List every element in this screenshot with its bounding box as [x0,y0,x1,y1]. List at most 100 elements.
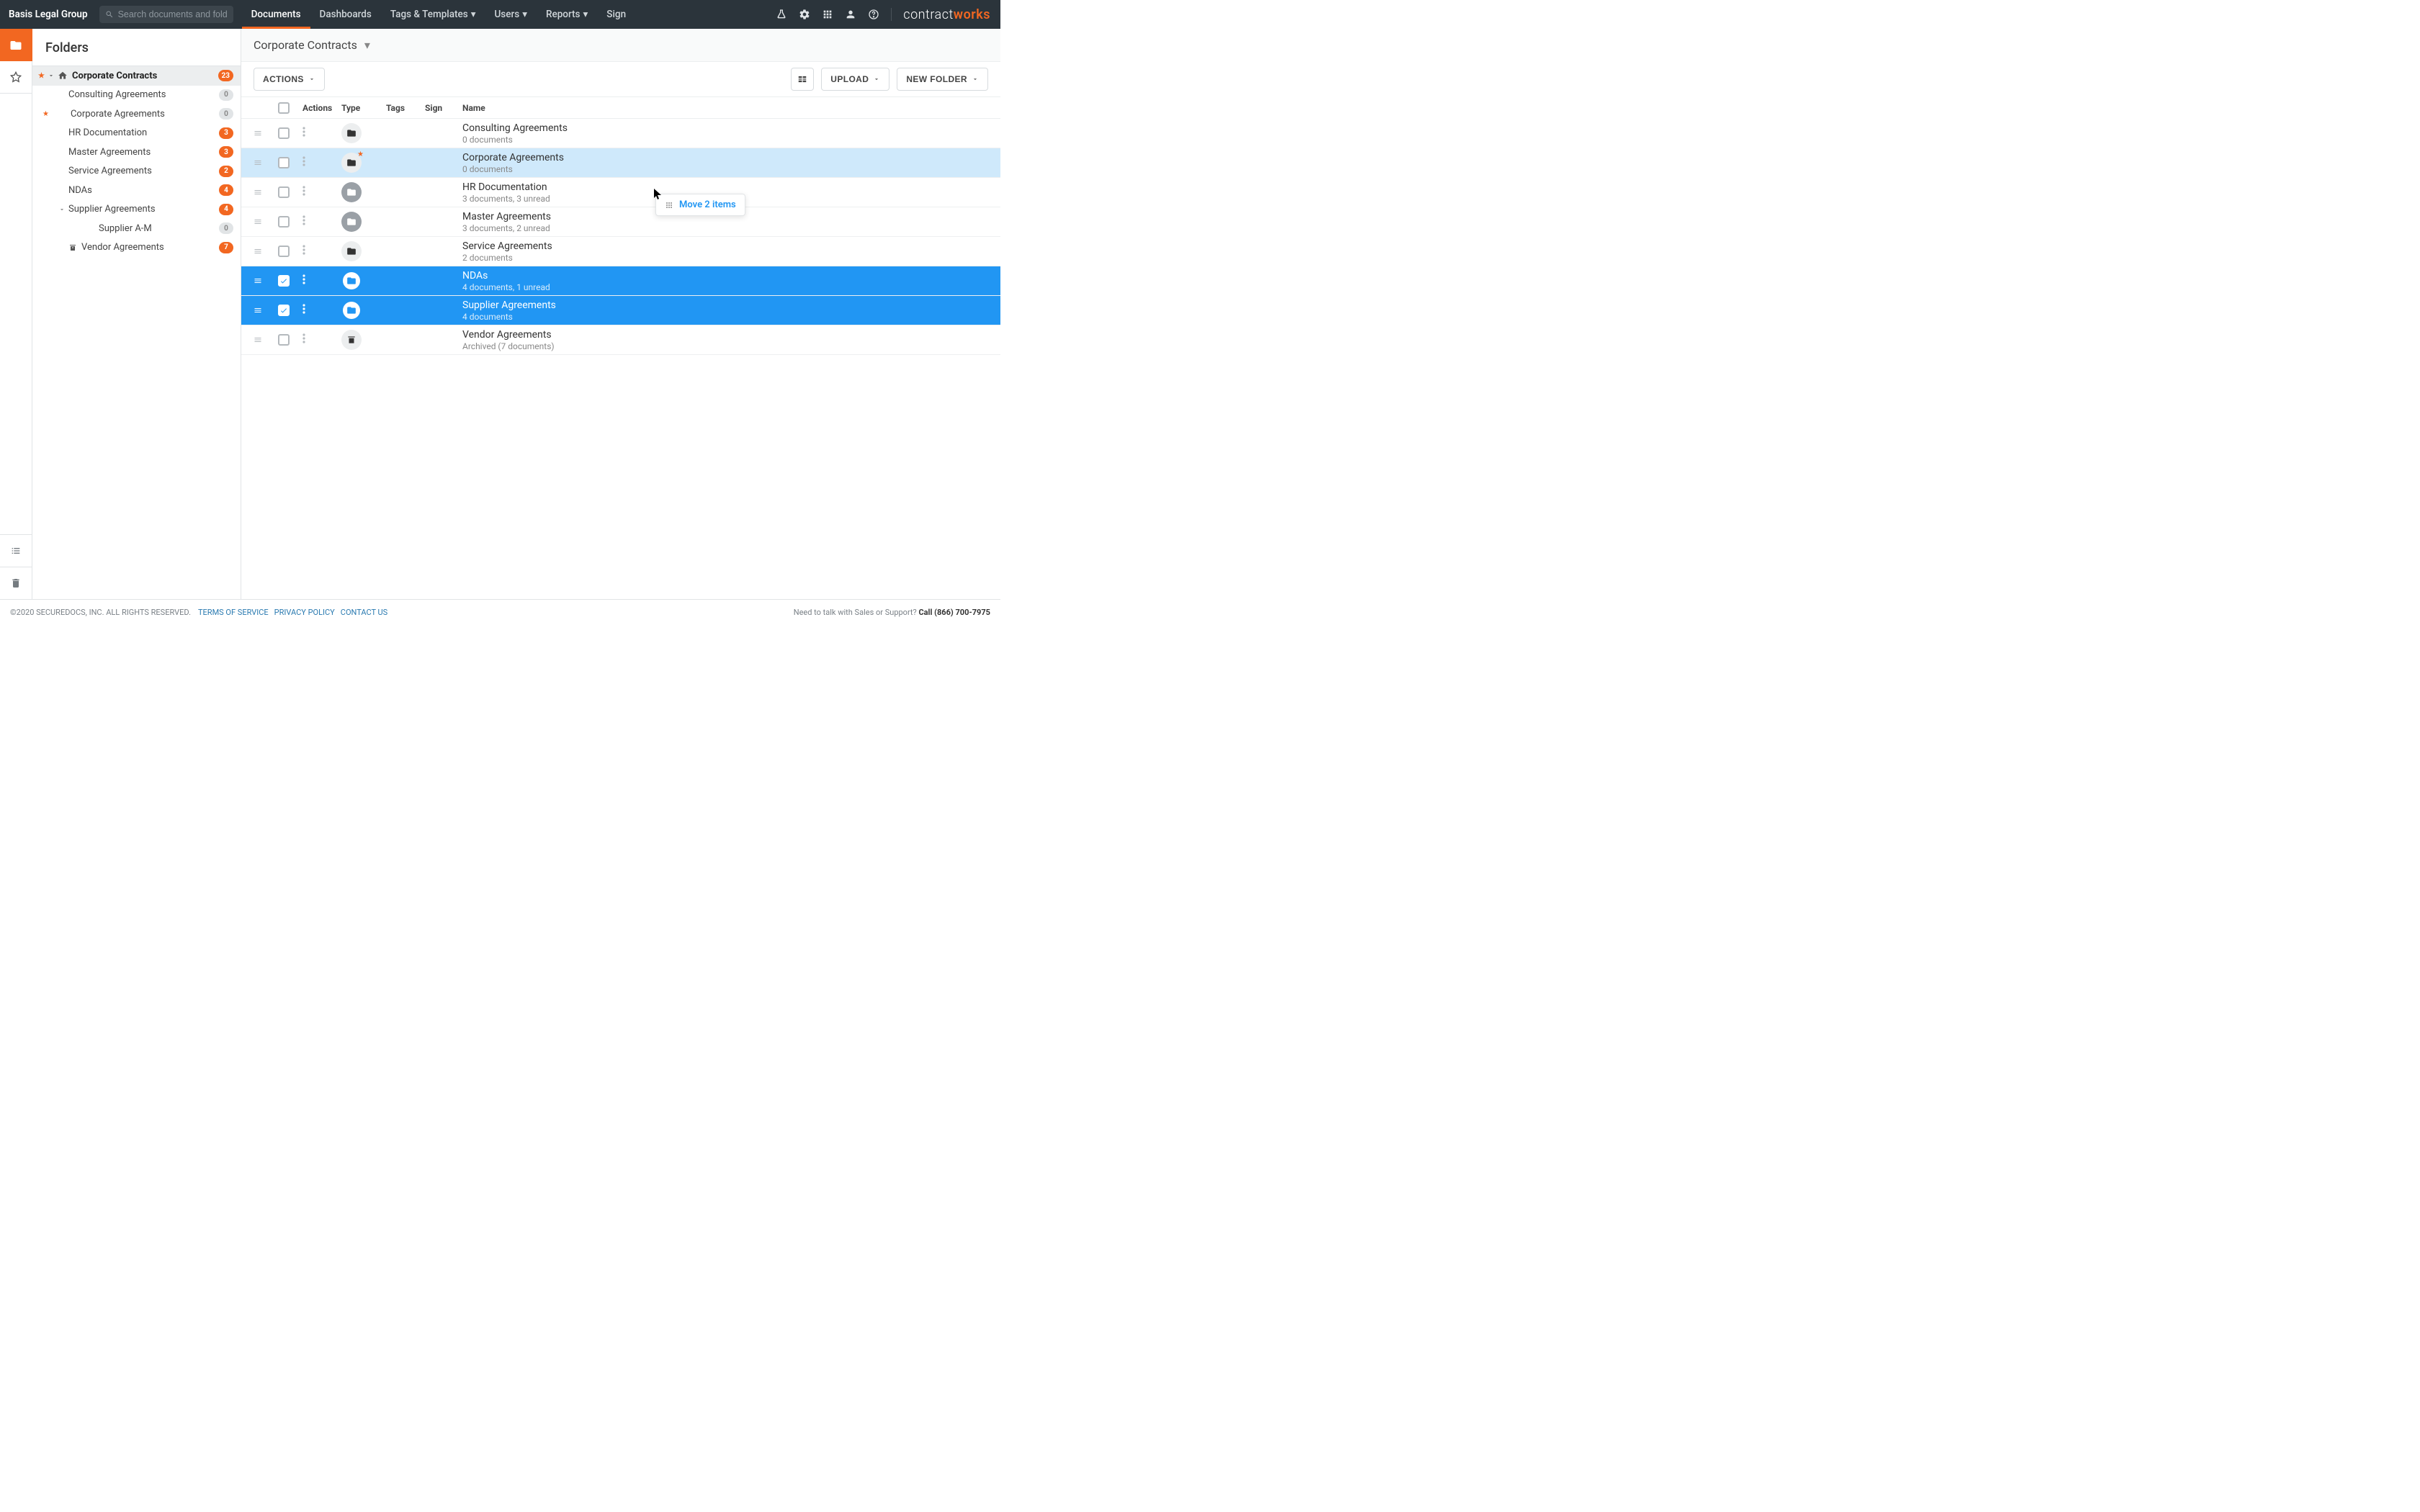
star-icon: ★ [357,150,364,158]
col-sign[interactable]: Sign [425,103,462,113]
footer-copyright: ©2020 SECUREDOCS, INC. ALL RIGHTS RESERV… [10,608,191,617]
nav-dashboards[interactable]: Dashboards [310,0,381,29]
tree-item[interactable]: Supplier Agreements4 [32,200,241,220]
tree-item[interactable]: HR Documentation3 [32,124,241,143]
row-checkbox[interactable] [278,216,290,228]
nav-users[interactable]: Users▾ [485,0,537,29]
row-checkbox[interactable] [278,186,290,198]
sidebar: Folders ★ Corporate Contracts 23 Consult… [32,29,241,599]
rail-favorites[interactable] [0,61,32,94]
row-kebab-menu[interactable] [302,127,305,140]
tree-root[interactable]: ★ Corporate Contracts 23 [32,66,241,86]
body: Folders ★ Corporate Contracts 23 Consult… [0,29,1000,599]
table-row[interactable]: NDAs 4 documents, 1 unread [241,266,1000,296]
search-box[interactable] [99,6,233,23]
tree-item[interactable]: NDAs4 [32,181,241,200]
drag-handle[interactable] [254,336,278,344]
row-checkbox[interactable] [278,275,290,287]
org-name: Basis Legal Group [0,9,99,20]
nav-documents[interactable]: Documents [242,0,310,29]
drag-handle[interactable] [254,158,278,167]
row-title[interactable]: HR Documentation [462,181,1000,193]
table-row[interactable]: HR Documentation 3 documents, 3 unread [241,178,1000,207]
tree-item[interactable]: Supplier A-M0 [32,219,241,238]
row-kebab-menu[interactable] [302,304,305,317]
row-title[interactable]: Vendor Agreements [462,329,1000,341]
search-input[interactable] [118,9,228,19]
drag-handle[interactable] [254,188,278,197]
row-type-icon [341,123,386,143]
row-checkbox[interactable] [278,127,290,139]
row-type-icon [341,271,386,291]
col-tags[interactable]: Tags [386,103,425,113]
row-kebab-menu[interactable] [302,333,305,346]
table-row[interactable]: Service Agreements 2 documents [241,237,1000,266]
tree-item[interactable]: Service Agreements2 [32,162,241,181]
row-kebab-menu[interactable] [302,156,305,169]
table-row[interactable]: Consulting Agreements 0 documents [241,119,1000,148]
new-folder-button[interactable]: NEW FOLDER [897,68,988,91]
col-actions[interactable]: Actions [302,103,341,113]
row-title[interactable]: Service Agreements [462,240,1000,252]
row-title[interactable]: NDAs [462,270,1000,282]
row-kebab-menu[interactable] [302,274,305,287]
row-type-icon [341,182,386,202]
apps-icon[interactable] [822,9,833,20]
drag-handle[interactable] [254,247,278,256]
footer-phone[interactable]: Call (866) 700-7975 [918,608,990,617]
row-kebab-menu[interactable] [302,245,305,258]
folder-icon [9,39,22,52]
gear-icon[interactable] [799,9,810,20]
chevron-down-icon[interactable] [48,72,55,79]
actions-button[interactable]: ACTIONS [254,68,325,91]
archive-icon [68,243,77,252]
row-kebab-menu[interactable] [302,215,305,228]
nav-reports[interactable]: Reports▾ [537,0,597,29]
drag-handle[interactable] [254,129,278,138]
row-checkbox[interactable] [278,305,290,316]
table-row[interactable]: ★ Corporate Agreements 0 documents [241,148,1000,178]
chevron-down-icon[interactable] [58,206,66,213]
drag-handle[interactable] [254,276,278,285]
flask-icon[interactable] [776,9,787,20]
row-title[interactable]: Supplier Agreements [462,300,1000,311]
rail-trash[interactable] [0,567,32,599]
rail-list[interactable] [0,534,32,567]
table-row[interactable]: Master Agreements 3 documents, 2 unread [241,207,1000,237]
row-subtitle: Archived (7 documents) [462,341,1000,351]
table-row[interactable]: Vendor Agreements Archived (7 documents) [241,325,1000,355]
footer-link-tos[interactable]: TERMS OF SERVICE [198,608,269,617]
view-toggle-button[interactable] [791,68,814,91]
footer-link-privacy[interactable]: PRIVACY POLICY [274,608,335,617]
help-icon[interactable] [868,9,879,20]
user-icon[interactable] [845,9,856,20]
rail-folder[interactable] [0,29,32,61]
chevron-down-icon[interactable]: ▾ [364,38,370,52]
nav-tags-templates[interactable]: Tags & Templates▾ [381,0,485,29]
tree-item-label: Supplier A-M [99,223,219,234]
row-title[interactable]: Corporate Agreements [462,152,1000,163]
row-type-icon [341,241,386,261]
row-title[interactable]: Consulting Agreements [462,122,1000,134]
select-all-checkbox[interactable] [278,102,290,114]
tree-item[interactable]: ★Corporate Agreements0 [32,104,241,124]
table-row[interactable]: Supplier Agreements 4 documents [241,296,1000,325]
search-icon [105,10,114,19]
breadcrumb-current[interactable]: Corporate Contracts [254,38,357,52]
tree-item[interactable]: Consulting Agreements0 [32,86,241,105]
row-kebab-menu[interactable] [302,186,305,199]
col-name[interactable]: Name [462,103,1000,113]
upload-button[interactable]: UPLOAD [821,68,889,91]
tree-item-count: 3 [219,127,233,139]
tree-item[interactable]: Vendor Agreements7 [32,238,241,258]
col-type[interactable]: Type [341,103,386,113]
row-checkbox[interactable] [278,334,290,346]
drag-tooltip: Move 2 items [655,194,745,216]
nav-sign[interactable]: Sign [597,0,635,29]
row-checkbox[interactable] [278,246,290,257]
tree-item[interactable]: Master Agreements3 [32,143,241,162]
drag-handle[interactable] [254,217,278,226]
row-checkbox[interactable] [278,157,290,168]
drag-handle[interactable] [254,306,278,315]
footer-link-contact[interactable]: CONTACT US [341,608,387,617]
